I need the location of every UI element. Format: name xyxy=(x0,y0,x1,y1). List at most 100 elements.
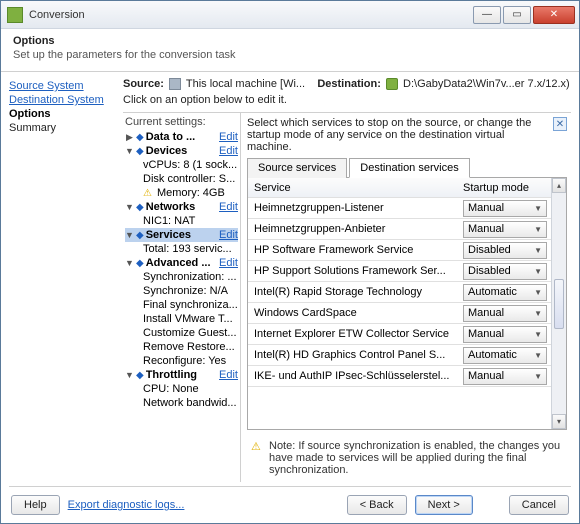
page-title: Options xyxy=(13,35,567,47)
tree-services-total: Total: 193 servic... xyxy=(125,242,238,256)
table-row[interactable]: HP Software Framework Service Disabled▼ xyxy=(248,240,551,261)
next-button[interactable]: Next > xyxy=(415,495,473,515)
tree-header: Current settings: xyxy=(125,116,238,128)
tree-networks-nic1: NIC1: NAT xyxy=(125,214,238,228)
startup-mode-select[interactable]: Manual▼ xyxy=(463,326,547,343)
startup-mode-value: Automatic xyxy=(468,349,517,361)
page-header: Options Set up the parameters for the co… xyxy=(1,29,579,72)
dest-label: Destination: xyxy=(317,78,381,90)
edit-devices[interactable]: Edit xyxy=(219,145,238,157)
edit-networks[interactable]: Edit xyxy=(219,201,238,213)
scroll-down-icon[interactable]: ▾ xyxy=(552,414,566,429)
services-table-wrap: Service Startup mode Heimnetzgruppen-Lis… xyxy=(247,178,567,430)
panel-description: Select which services to stop on the sou… xyxy=(247,117,567,153)
tabbar: Source services Destination services xyxy=(247,157,567,178)
table-row[interactable]: Heimnetzgruppen-ListenerManual▼ xyxy=(248,198,551,219)
table-row[interactable]: Heimnetzgruppen-Anbieter Manual▼ xyxy=(248,219,551,240)
edit-throttling[interactable]: Edit xyxy=(219,369,238,381)
source-label: Source: xyxy=(123,78,164,90)
edit-advanced[interactable]: Edit xyxy=(219,257,238,269)
dest-value: D:\GabyData2\Win7v...er 7.x/12.x) xyxy=(403,78,570,90)
page-subtitle: Set up the parameters for the conversion… xyxy=(13,49,567,61)
startup-mode-select[interactable]: Disabled▼ xyxy=(463,263,547,280)
chevron-down-icon: ▼ xyxy=(534,288,542,297)
close-button[interactable]: ✕ xyxy=(533,6,575,24)
table-scrollbar[interactable]: ▴ ▾ xyxy=(551,178,566,429)
startup-mode-select[interactable]: Automatic▼ xyxy=(463,347,547,364)
back-button[interactable]: < Back xyxy=(347,495,407,515)
export-logs-link[interactable]: Export diagnostic logs... xyxy=(68,499,185,511)
tree-devices-vcpus: vCPUs: 8 (1 sock... xyxy=(125,158,238,172)
startup-mode-select[interactable]: Manual▼ xyxy=(463,368,547,385)
settings-tree: Current settings: ▶◆Data to ...Edit ▼◆De… xyxy=(123,113,241,482)
service-name: Internet Explorer ETW Collector Service xyxy=(248,326,457,342)
body: Source System Destination System Options… xyxy=(1,72,579,486)
tree-services[interactable]: ▼◆ServicesEdit xyxy=(125,228,238,242)
service-name: HP Software Framework Service xyxy=(248,242,457,258)
startup-mode-select[interactable]: Disabled▼ xyxy=(463,242,547,259)
cancel-button[interactable]: Cancel xyxy=(509,495,569,515)
startup-mode-cell: Disabled▼ xyxy=(457,261,551,282)
tree-thr-2: Network bandwid... xyxy=(125,396,238,410)
nav-destination-system[interactable]: Destination System xyxy=(9,94,119,106)
maximize-button[interactable]: ▭ xyxy=(503,6,531,24)
service-name: Heimnetzgruppen-Anbieter xyxy=(248,221,457,237)
edit-data[interactable]: Edit xyxy=(219,131,238,143)
startup-mode-select[interactable]: Manual▼ xyxy=(463,221,547,238)
tree-data[interactable]: ▶◆Data to ...Edit xyxy=(125,130,238,144)
tree-adv-6: Remove Restore... xyxy=(125,340,238,354)
table-header: Service Startup mode xyxy=(248,178,551,198)
col-service[interactable]: Service xyxy=(248,180,457,196)
tree-adv-7: Reconfigure: Yes xyxy=(125,354,238,368)
services-table: Service Startup mode Heimnetzgruppen-Lis… xyxy=(248,178,551,429)
table-row[interactable]: Windows CardSpaceManual▼ xyxy=(248,303,551,324)
main: Source: This local machine [Wi... Destin… xyxy=(123,78,571,482)
startup-mode-value: Automatic xyxy=(468,286,517,298)
table-row[interactable]: IKE- und AuthIP IPsec-Schlüsselerstel...… xyxy=(248,366,551,387)
edit-services[interactable]: Edit xyxy=(219,229,238,241)
startup-mode-select[interactable]: Manual▼ xyxy=(463,305,547,322)
tree-devices-memory: Memory: 4GB xyxy=(125,186,238,200)
source-dest-line: Source: This local machine [Wi... Destin… xyxy=(123,78,571,90)
window-title: Conversion xyxy=(29,9,471,21)
tree-thr-1: CPU: None xyxy=(125,382,238,396)
tree-throttling[interactable]: ▼◆ThrottlingEdit xyxy=(125,368,238,382)
sync-note: Note: If source synchronization is enabl… xyxy=(247,436,567,480)
nav-summary: Summary xyxy=(9,122,119,134)
panel-close-icon[interactable]: ✕ xyxy=(553,117,567,131)
service-name: IKE- und AuthIP IPsec-Schlüsselerstel... xyxy=(248,368,457,384)
startup-mode-cell: Manual▼ xyxy=(457,324,551,345)
table-row[interactable]: Internet Explorer ETW Collector Service M… xyxy=(248,324,551,345)
tree-advanced[interactable]: ▼◆Advanced ...Edit xyxy=(125,256,238,270)
chevron-down-icon: ▼ xyxy=(534,225,542,234)
tree-devices-disk: Disk controller: S... xyxy=(125,172,238,186)
scroll-up-icon[interactable]: ▴ xyxy=(552,178,566,193)
startup-mode-value: Disabled xyxy=(468,244,511,256)
service-name: Intel(R) Rapid Storage Technology xyxy=(248,284,457,300)
tree-adv-5: Customize Guest... xyxy=(125,326,238,340)
startup-mode-cell: Automatic ▼ xyxy=(457,282,551,303)
table-row[interactable]: Intel(R) HD Graphics Control Panel S...A… xyxy=(248,345,551,366)
startup-mode-select[interactable]: Automatic ▼ xyxy=(463,284,547,301)
help-button[interactable]: Help xyxy=(11,495,60,515)
minimize-button[interactable]: — xyxy=(473,6,501,24)
table-row[interactable]: HP Support Solutions Framework Ser...Dis… xyxy=(248,261,551,282)
tree-adv-4: Install VMware T... xyxy=(125,312,238,326)
tab-source-services[interactable]: Source services xyxy=(247,158,347,178)
table-row[interactable]: Intel(R) Rapid Storage Technology Automat… xyxy=(248,282,551,303)
tree-adv-2: Synchronize: N/A xyxy=(125,284,238,298)
startup-mode-select[interactable]: Manual▼ xyxy=(463,200,547,217)
nav-source-system[interactable]: Source System xyxy=(9,80,119,92)
services-panel: Select which services to stop on the sou… xyxy=(241,113,571,482)
tree-networks[interactable]: ▼◆NetworksEdit xyxy=(125,200,238,214)
col-mode[interactable]: Startup mode xyxy=(457,180,551,196)
chevron-down-icon: ▼ xyxy=(534,330,542,339)
tab-destination-services[interactable]: Destination services xyxy=(349,158,469,178)
dest-icon xyxy=(386,78,398,90)
titlebar: Conversion — ▭ ✕ xyxy=(1,1,579,29)
content-row: Current settings: ▶◆Data to ...Edit ▼◆De… xyxy=(123,112,571,482)
startup-mode-value: Manual xyxy=(468,307,504,319)
scroll-thumb[interactable] xyxy=(554,279,564,329)
tree-devices[interactable]: ▼◆DevicesEdit xyxy=(125,144,238,158)
startup-mode-value: Manual xyxy=(468,202,504,214)
